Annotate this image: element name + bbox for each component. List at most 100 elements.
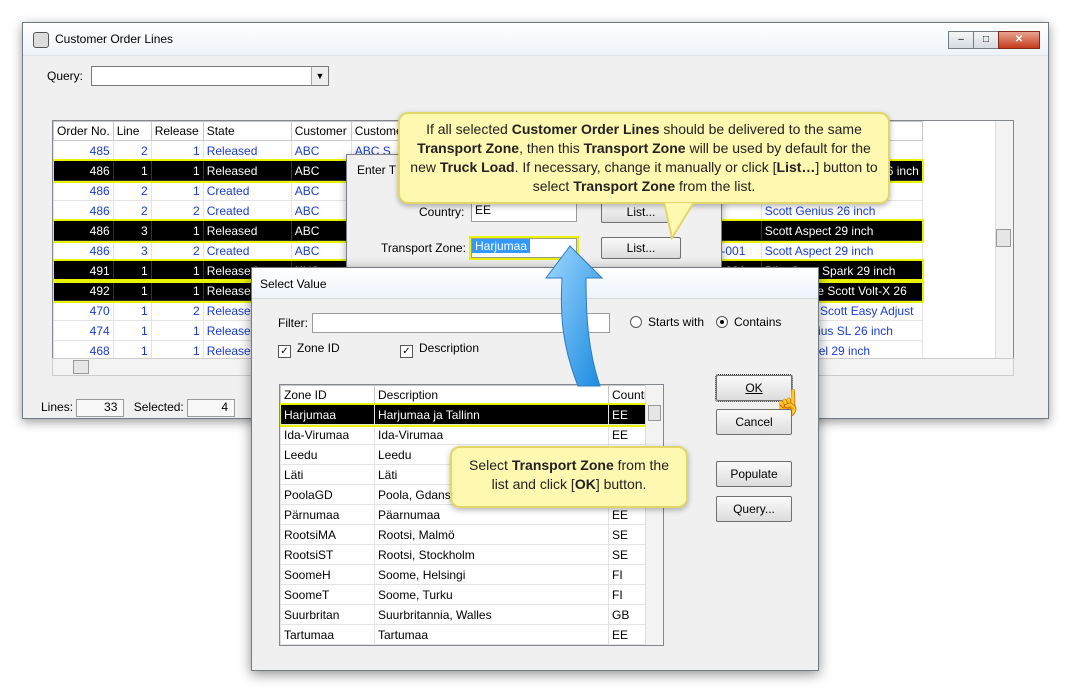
checkbox-checked-icon[interactable]: ✓ bbox=[278, 345, 291, 358]
table-cell: Created bbox=[202, 240, 292, 261]
callout-pointer bbox=[664, 202, 696, 241]
callout1-text: If all selected bbox=[426, 121, 512, 137]
table-cell: Created bbox=[202, 200, 292, 221]
zone-cell: Ida-Virumaa bbox=[374, 424, 609, 445]
table-cell: 2 bbox=[112, 180, 152, 201]
zone-cell: PoolaGD bbox=[280, 484, 375, 505]
callout2-bold: Transport Zone bbox=[511, 457, 614, 473]
info-callout-select-zone: Select Transport Zone from the list and … bbox=[450, 446, 688, 508]
table-cell: 470 bbox=[53, 300, 114, 321]
country-label: Country: bbox=[419, 205, 465, 219]
vertical-scrollbar[interactable] bbox=[995, 121, 1013, 359]
list-item[interactable]: SoomeT Soome, Turku FI bbox=[280, 584, 659, 605]
status-bar: Lines: 33 Selected: 4 bbox=[41, 399, 236, 417]
table-cell: 486 bbox=[53, 220, 114, 241]
table-cell: 1 bbox=[112, 320, 152, 341]
zone-list[interactable]: Zone ID Description Country Harjumaa Harjum… bbox=[279, 384, 664, 646]
enter-dialog-title: Enter T bbox=[357, 163, 397, 177]
query-combo[interactable]: ▼ bbox=[91, 66, 329, 86]
contains-option[interactable]: Contains bbox=[716, 315, 781, 329]
list-item[interactable]: RootsiMA Rootsi, Malmö SE bbox=[280, 524, 659, 545]
zone-cell: SoomeH bbox=[280, 564, 375, 585]
zone-cell: SoomeT bbox=[280, 584, 375, 605]
table-cell: 486 bbox=[53, 160, 114, 181]
table-cell: 2 bbox=[112, 140, 152, 161]
table-cell: 1 bbox=[112, 260, 152, 281]
zone-list-scrollbar[interactable] bbox=[645, 385, 663, 645]
scroll-thumb[interactable] bbox=[996, 229, 1011, 247]
minimize-button[interactable]: – bbox=[948, 31, 974, 49]
zone-cell: Harjumaa ja Tallinn bbox=[374, 404, 609, 425]
title-bar: Customer Order Lines – □ ✕ bbox=[23, 23, 1048, 56]
zone-table: Zone ID Description Country Harjumaa Harjum… bbox=[280, 385, 660, 645]
column-header[interactable]: State bbox=[202, 121, 292, 141]
zone-cell: RootsiST bbox=[280, 544, 375, 565]
callout1-bold: Customer Order Lines bbox=[511, 121, 660, 137]
callout1-bold: Transport Zone bbox=[573, 178, 676, 194]
table-cell: ABC bbox=[290, 200, 352, 221]
query-button[interactable]: Query... bbox=[716, 496, 792, 522]
zone-cell: Suurbritan bbox=[280, 604, 375, 625]
table-cell: 2 bbox=[150, 240, 204, 261]
list-item[interactable]: Ida-Virumaa Ida-Virumaa EE bbox=[280, 424, 659, 445]
filter-label: Filter: bbox=[278, 316, 308, 330]
selected-label: Selected: bbox=[133, 400, 184, 415]
callout1-bold: Transport Zone bbox=[417, 140, 520, 156]
table-cell: ABC bbox=[290, 240, 352, 261]
country-field[interactable]: EE bbox=[471, 202, 577, 222]
list-item[interactable]: Suurbritan Suurbritannia, Walles GB bbox=[280, 604, 659, 625]
table-cell: 1 bbox=[150, 140, 204, 161]
hscroll-thumb[interactable] bbox=[73, 360, 89, 374]
table-cell: 1 bbox=[150, 160, 204, 181]
list-item[interactable]: Harjumaa Harjumaa ja Tallinn EE bbox=[280, 402, 660, 427]
column-header[interactable]: Release bbox=[150, 121, 204, 141]
table-cell: Created bbox=[202, 180, 292, 201]
selected-count: 4 bbox=[187, 399, 236, 417]
list-item[interactable]: SoomeH Soome, Helsingi FI bbox=[280, 564, 659, 585]
callout2-text: ] button. bbox=[595, 476, 647, 492]
table-cell: Released bbox=[202, 140, 292, 161]
zone-cell: Harjumaa bbox=[280, 404, 375, 425]
callout1-bold: Transport Zone bbox=[583, 140, 686, 156]
table-cell: 1 bbox=[150, 220, 204, 241]
cancel-button[interactable]: Cancel bbox=[716, 409, 792, 435]
zone-column-header[interactable]: Zone ID bbox=[280, 385, 375, 405]
description-check[interactable]: ✓ Description bbox=[400, 341, 479, 358]
table-cell: ABC bbox=[290, 160, 352, 181]
table-cell: ABC bbox=[290, 140, 352, 161]
table-cell: 486 bbox=[53, 180, 114, 201]
list-item[interactable]: RootsiST Rootsi, Stockholm SE bbox=[280, 544, 659, 565]
column-header[interactable]: Customer bbox=[290, 121, 352, 141]
zone-scroll-thumb[interactable] bbox=[648, 405, 661, 421]
table-cell: 1 bbox=[150, 180, 204, 201]
checkbox-checked-icon[interactable]: ✓ bbox=[400, 345, 413, 358]
table-cell: 1 bbox=[150, 320, 204, 341]
zone-id-check[interactable]: ✓ Zone ID bbox=[278, 341, 340, 358]
transport-zone-label: Transport Zone: bbox=[381, 241, 466, 255]
column-header[interactable]: Line bbox=[112, 121, 152, 141]
zone-id-check-label: Zone ID bbox=[297, 341, 340, 355]
callout1-text: . If necessary, change it manually or cl… bbox=[514, 159, 777, 175]
zone-cell: Soome, Helsingi bbox=[374, 564, 609, 585]
table-cell: 2 bbox=[150, 200, 204, 221]
table-cell: 1 bbox=[150, 260, 204, 281]
maximize-button[interactable]: □ bbox=[973, 31, 999, 49]
populate-button[interactable]: Populate bbox=[716, 461, 792, 487]
zone-cell: RootsiMA bbox=[280, 524, 375, 545]
close-button[interactable]: ✕ bbox=[998, 31, 1040, 49]
callout1-text: , then this bbox=[519, 140, 584, 156]
select-value-title-bar: Select Value bbox=[252, 268, 818, 299]
country-value: EE bbox=[475, 203, 492, 217]
callout1-text: should be delivered to the same bbox=[659, 121, 862, 137]
contains-label: Contains bbox=[734, 315, 782, 329]
zone-cell: Leedu bbox=[280, 444, 375, 465]
info-callout-truck-load: If all selected Customer Order Lines sho… bbox=[398, 112, 890, 204]
callout1-bold: List… bbox=[776, 159, 816, 175]
app-icon bbox=[33, 32, 49, 48]
window-title: Customer Order Lines bbox=[55, 32, 174, 46]
list-item[interactable]: Tartumaa Tartumaa EE bbox=[280, 624, 659, 645]
zone-cell: Pärnumaa bbox=[280, 504, 375, 525]
callout2-bold: OK bbox=[574, 476, 596, 492]
column-header[interactable]: Order No. bbox=[53, 121, 114, 141]
chevron-down-icon[interactable]: ▼ bbox=[311, 67, 328, 85]
